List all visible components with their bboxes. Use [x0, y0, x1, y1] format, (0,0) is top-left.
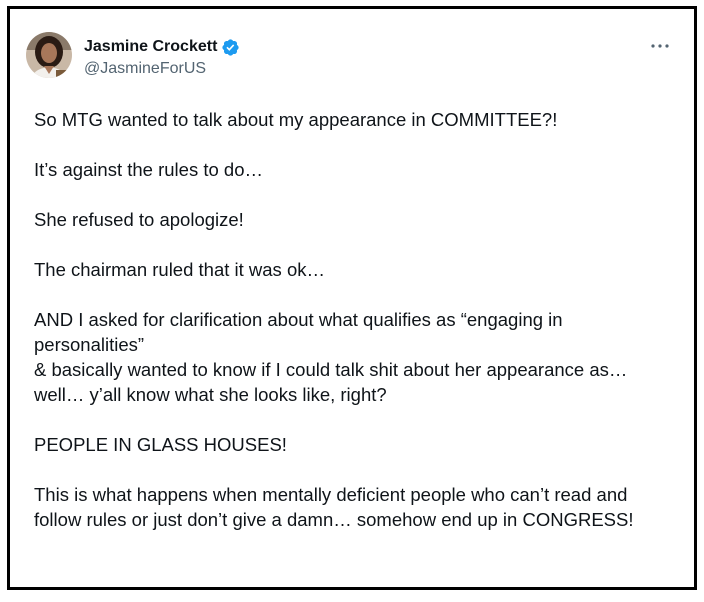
tweet-text: So MTG wanted to talk about my appearanc… — [34, 107, 694, 532]
more-options-icon[interactable] — [648, 37, 672, 55]
tweet-paragraph: AND I asked for clarification about what… — [34, 309, 628, 405]
name-row: Jasmine Crockett — [84, 36, 240, 58]
verified-badge-icon — [221, 38, 240, 57]
tweet-paragraph: So MTG wanted to talk about my appearanc… — [34, 109, 558, 130]
tweet-paragraph: This is what happens when mentally defic… — [34, 484, 634, 530]
tweet-paragraph: PEOPLE IN GLASS HOUSES! — [34, 434, 287, 455]
tweet: Jasmine Crockett @JasmineForUS So MTG wa… — [22, 19, 682, 530]
tweet-paragraph: The chairman ruled that it was ok… — [34, 259, 325, 280]
tweet-header: Jasmine Crockett @JasmineForUS — [22, 19, 682, 78]
screenshot-frame: Jasmine Crockett @JasmineForUS So MTG wa… — [7, 6, 697, 590]
tweet-paragraph: She refused to apologize! — [34, 209, 244, 230]
author-display-name[interactable]: Jasmine Crockett — [84, 38, 217, 56]
tweet-paragraph: It’s against the rules to do… — [34, 159, 263, 180]
avatar-image — [26, 32, 72, 78]
author-handle[interactable]: @JasmineForUS — [84, 60, 240, 78]
author-info: Jasmine Crockett @JasmineForUS — [84, 36, 240, 78]
avatar[interactable] — [26, 32, 72, 78]
